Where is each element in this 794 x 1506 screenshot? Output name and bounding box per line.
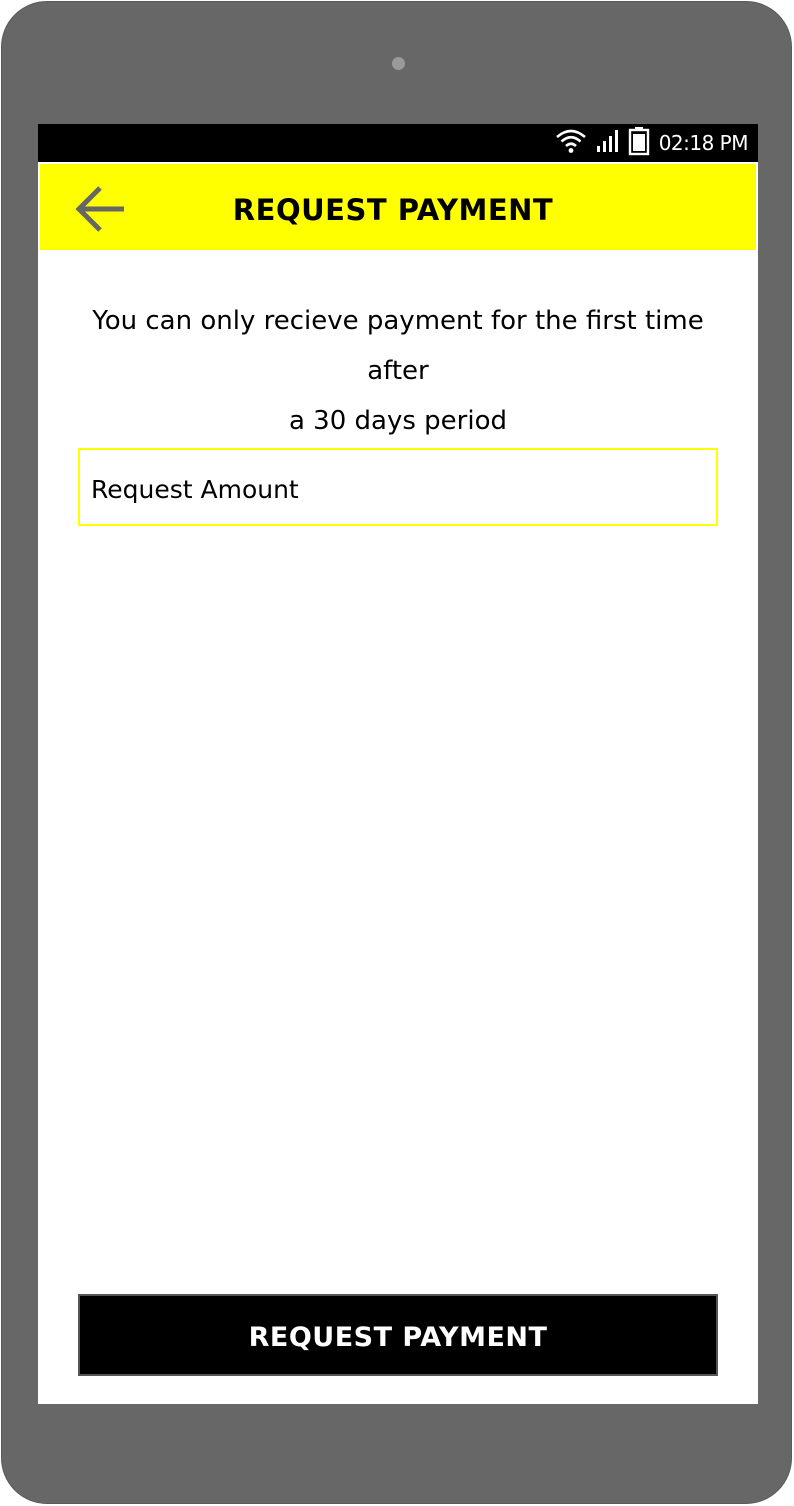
arrow-left-icon xyxy=(75,186,124,232)
wifi-icon xyxy=(555,128,587,158)
screen: 02:18 PM REQUEST PAYMENT You can only re… xyxy=(38,124,758,1404)
status-icons: 02:18 PM xyxy=(555,124,749,162)
battery-icon xyxy=(627,126,651,160)
front-camera xyxy=(392,57,405,70)
info-line-2: a 30 days period xyxy=(288,406,507,436)
info-line-1: You can only recieve payment for the fir… xyxy=(92,306,704,386)
request-amount-input[interactable] xyxy=(80,450,716,524)
payment-info-text: You can only recieve payment for the fir… xyxy=(68,296,728,446)
status-time: 02:18 PM xyxy=(658,131,749,155)
back-button[interactable] xyxy=(74,182,128,236)
request-amount-field xyxy=(78,448,718,526)
app-bar: REQUEST PAYMENT xyxy=(40,164,756,250)
request-payment-button[interactable]: REQUEST PAYMENT xyxy=(78,1294,718,1376)
status-bar: 02:18 PM xyxy=(38,124,758,162)
signal-icon xyxy=(595,128,619,158)
page-title: REQUEST PAYMENT xyxy=(232,193,554,227)
device-frame: 02:18 PM REQUEST PAYMENT You can only re… xyxy=(1,1,792,1504)
